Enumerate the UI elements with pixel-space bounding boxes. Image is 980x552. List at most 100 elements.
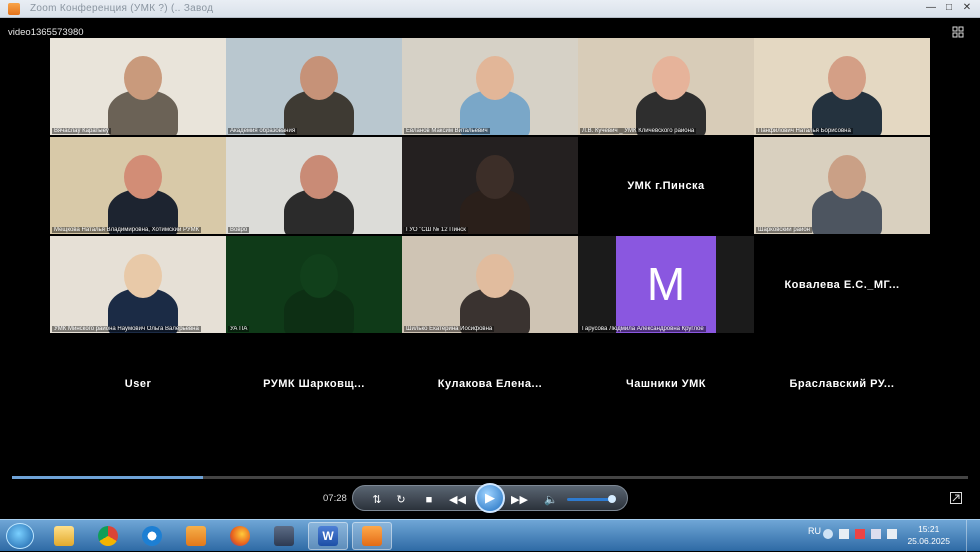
play-button[interactable]: ▶ [475,483,505,513]
participant-name: Кулакова Елена... [437,377,543,390]
video-feed [402,38,578,135]
taskbar-outlook[interactable] [176,522,216,550]
participant-caption: Шилько Екатерина Иосифовна [404,326,495,332]
show-desktop-button[interactable] [966,520,980,552]
participant-tile[interactable]: УМК Минского района Наумович Ольга Валер… [50,236,226,333]
participant-tile[interactable]: Евланов Максим Витальевич [402,38,578,135]
video-feed [50,137,226,234]
participant-tile[interactable]: Академия образования [226,38,402,135]
video-feed [578,38,754,135]
participant-name: РУМК Шарковщ... [263,377,365,390]
participant-caption: Мещкова Наталья Владимировна, Хотимский … [52,227,202,233]
taskbar-media-player[interactable] [352,522,392,550]
repeat-icon[interactable]: ↻ [393,493,409,507]
maximize-button[interactable]: □ [942,2,956,14]
participant-tile[interactable]: УМК г.Пинска [578,137,754,234]
shuffle-icon[interactable]: ⇅ [369,493,385,507]
participant-tile[interactable]: Вовро [226,137,402,234]
ie-icon [142,526,162,546]
participant-tile[interactable]: User [50,335,226,432]
next-icon[interactable]: ▶▶ [511,493,528,507]
media-player-icon [362,526,382,546]
video-feed [50,236,226,333]
participant-name: Браславский РУ... [789,377,895,390]
monitor-icon[interactable] [871,529,881,539]
avatar: M [616,236,716,333]
taskbar-firefox[interactable] [220,522,260,550]
participant-caption: Евланов Максим Витальевич [404,128,490,134]
app-icon [8,3,20,15]
clock-date: 25.06.2025 [907,536,950,546]
participant-tile[interactable]: Чашники УМК [578,335,754,432]
participant-tile[interactable]: M Гарусова Людмила Александровна Круглое [578,236,754,333]
participant-caption: Шарковский район [756,227,812,233]
fullscreen-icon[interactable] [950,492,962,504]
video-area[interactable]: video1365573980 Вячаслаў Каратыеў Академи… [0,18,980,531]
video-feed [226,38,402,135]
language-indicator[interactable]: RU [808,526,821,536]
outlook-icon [186,526,206,546]
participant-caption: Панфилович Наталья Борисовна [756,128,853,134]
participant-tile[interactable]: Мещкова Наталья Владимировна, Хотимский … [50,137,226,234]
video-feed [754,38,930,135]
participant-tile[interactable]: ГУО "СШ № 12 Пинск [402,137,578,234]
participant-name: Чашники УМК [626,377,706,390]
network-icon[interactable] [855,529,865,539]
flag-icon[interactable] [839,529,849,539]
participant-caption: УМК Минского района Наумович Ольга Валер… [52,326,201,332]
video-feed [50,38,226,135]
volume-knob[interactable] [608,495,616,503]
previous-icon[interactable]: ◀◀ [449,493,466,507]
help-icon[interactable] [823,529,833,539]
speaker-icon[interactable] [887,529,897,539]
title-bar[interactable]: Zoom Конференция (УМК ?) (.. Завод — □ ✕ [0,0,980,18]
participant-caption: Л.В. Кучевич _ УМК Кличевского района [580,128,697,134]
participant-name: User [124,377,152,390]
floppy-icon [274,526,294,546]
participant-tile[interactable]: УА ПА [226,236,402,333]
video-feed [402,137,578,234]
volume-icon[interactable]: 🔈 [543,493,559,507]
participant-name: УМК г.Пинска [627,179,705,192]
control-pill: ⇅ ↻ ■ ◀◀ ▶ ▶▶ 🔈 [352,483,628,513]
participant-tile[interactable]: Ковалева Е.С._МГ... [754,236,930,333]
participant-tile[interactable]: Браславский РУ... [754,335,930,432]
volume-slider[interactable] [567,495,616,503]
start-button[interactable] [6,523,34,549]
taskbar-word[interactable]: W [308,522,348,550]
participant-tile[interactable]: Вячаслаў Каратыеў [50,38,226,135]
participant-tile[interactable]: Л.В. Кучевич _ УМК Кличевского района [578,38,754,135]
grid-view-icon[interactable] [952,26,964,38]
taskbar-explorer[interactable] [44,522,84,550]
participant-tile[interactable]: РУМК Шарковщ... [226,335,402,432]
participant-caption: Вовро [228,227,250,233]
participant-tile[interactable]: Панфилович Наталья Борисовна [754,38,930,135]
taskbar: W RU 15:21 25.06.2025 [0,519,980,552]
participant-tile[interactable]: Шарковский район [754,137,930,234]
window-title: Zoom Конференция (УМК ?) (.. Завод [30,3,214,14]
participant-caption: Академия образования [228,128,298,134]
participant-caption: УА ПА [228,326,250,332]
close-button[interactable]: ✕ [960,2,974,14]
video-feed [754,137,930,234]
firefox-icon [230,526,250,546]
participant-tile[interactable]: Кулакова Елена... [402,335,578,432]
video-feed [402,236,578,333]
participant-tile[interactable]: Шилько Екатерина Иосифовна [402,236,578,333]
folder-icon [54,526,74,546]
stop-icon[interactable]: ■ [421,493,437,507]
participant-caption: Вячаслаў Каратыеў [52,128,111,134]
taskbar-chrome[interactable] [88,522,128,550]
taskbar-save[interactable] [264,522,304,550]
video-feed [226,137,402,234]
video-feed [226,236,402,333]
word-icon: W [318,526,338,546]
participant-name: Ковалева Е.С._МГ... [784,278,900,291]
system-clock[interactable]: 15:21 25.06.2025 [907,523,950,547]
participant-caption: ГУО "СШ № 12 Пинск [404,227,468,233]
player-controls: 07:28 ⇅ ↻ ■ ◀◀ ▶ ▶▶ 🔈 [0,479,980,519]
minimize-button[interactable]: — [924,2,938,14]
clock-time: 15:21 [918,524,940,534]
taskbar-ie[interactable] [132,522,172,550]
chrome-icon [98,526,118,546]
